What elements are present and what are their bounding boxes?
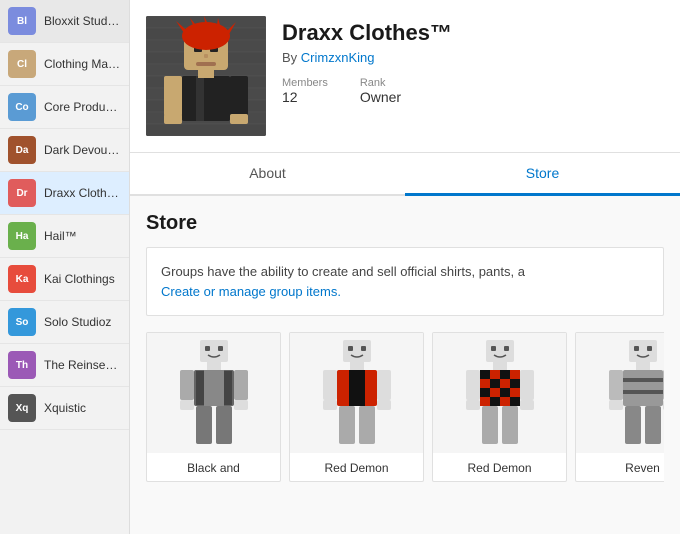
sidebar-label: Xquistic [44, 401, 86, 415]
item-card[interactable]: Red Demon [432, 332, 567, 482]
group-stats: Members 12 Rank Owner [282, 77, 664, 105]
sidebar-item-solo-studioz[interactable]: So Solo Studioz [0, 301, 129, 344]
sidebar-label: Core Product... [44, 100, 121, 114]
tab-store[interactable]: Store [405, 153, 680, 196]
tab-about[interactable]: About [130, 153, 405, 196]
sidebar-item-kai-clothings[interactable]: Ka Kai Clothings [0, 258, 129, 301]
item-card[interactable]: Red Demon [289, 332, 424, 482]
store-notice-text: Groups have the ability to create and se… [161, 264, 525, 279]
item-name: Black and [147, 453, 280, 481]
sidebar-avatar: Ka [8, 265, 36, 293]
rank-label: Rank [360, 77, 401, 89]
store-section: Store Groups have the ability to create … [130, 196, 680, 498]
item-thumbnail [433, 333, 566, 453]
sidebar-avatar: Xq [8, 394, 36, 422]
item-name: Red Demon [290, 453, 423, 481]
manage-items-link[interactable]: Create or manage group items. [161, 284, 341, 299]
sidebar-avatar: Da [8, 136, 36, 164]
creator-link[interactable]: CrimzxnKing [301, 50, 375, 65]
sidebar-label: Solo Studioz [44, 315, 111, 329]
tabs: About Store [130, 153, 680, 196]
group-info: Draxx Clothes™ By CrimzxnKing Members 12… [282, 16, 664, 105]
store-notice: Groups have the ability to create and se… [146, 247, 664, 316]
sidebar-label: Clothing Mania [44, 57, 121, 71]
sidebar-label: Hail™ [44, 229, 77, 243]
sidebar-item-draxx-clothes[interactable]: Dr Draxx Clothe... [0, 172, 129, 215]
store-title: Store [146, 212, 664, 235]
sidebar-item-clothing-mania[interactable]: Cl Clothing Mania [0, 43, 129, 86]
sidebar-item-hail[interactable]: Ha Hail™ [0, 215, 129, 258]
sidebar-label: Bloxxit Studios [44, 14, 121, 28]
members-value: 12 [282, 89, 328, 105]
item-card[interactable]: Black and [146, 332, 281, 482]
sidebar-item-xquistic[interactable]: Xq Xquistic [0, 387, 129, 430]
item-thumbnail [147, 333, 280, 453]
sidebar-avatar: So [8, 308, 36, 336]
members-stat: Members 12 [282, 77, 328, 105]
sidebar-avatar: Cl [8, 50, 36, 78]
sidebar-label: Kai Clothings [44, 272, 115, 286]
members-label: Members [282, 77, 328, 89]
rank-stat: Rank Owner [360, 77, 401, 105]
sidebar-label: Draxx Clothe... [44, 186, 121, 200]
rank-value: Owner [360, 89, 401, 105]
sidebar-avatar: Th [8, 351, 36, 379]
sidebar-item-bloxxit[interactable]: Bl Bloxxit Studios [0, 0, 129, 43]
item-card[interactable]: Reven [575, 332, 664, 482]
sidebar-label: The Reinsegen [44, 358, 121, 372]
sidebar: Bl Bloxxit Studios Cl Clothing Mania Co Core … [0, 0, 130, 534]
sidebar-item-core-product[interactable]: Co Core Product... [0, 86, 129, 129]
group-thumbnail [146, 16, 266, 136]
items-grid: Black and [146, 332, 664, 482]
sidebar-avatar: Dr [8, 179, 36, 207]
item-name: Red Demon [433, 453, 566, 481]
sidebar-avatar: Ha [8, 222, 36, 250]
sidebar-avatar: Co [8, 93, 36, 121]
group-name: Draxx Clothes™ [282, 20, 664, 46]
sidebar-label: Dark Devoure... [44, 143, 121, 157]
main-content: Draxx Clothes™ By CrimzxnKing Members 12… [130, 0, 680, 534]
creator-prefix: By [282, 50, 301, 65]
item-thumbnail [576, 333, 664, 453]
group-header: Draxx Clothes™ By CrimzxnKing Members 12… [130, 0, 680, 153]
sidebar-item-dark-devoure[interactable]: Da Dark Devoure... [0, 129, 129, 172]
item-name: Reven [576, 453, 664, 481]
group-creator: By CrimzxnKing [282, 50, 664, 65]
sidebar-avatar: Bl [8, 7, 36, 35]
item-thumbnail [290, 333, 423, 453]
sidebar-item-the-reinsegen[interactable]: Th The Reinsegen [0, 344, 129, 387]
